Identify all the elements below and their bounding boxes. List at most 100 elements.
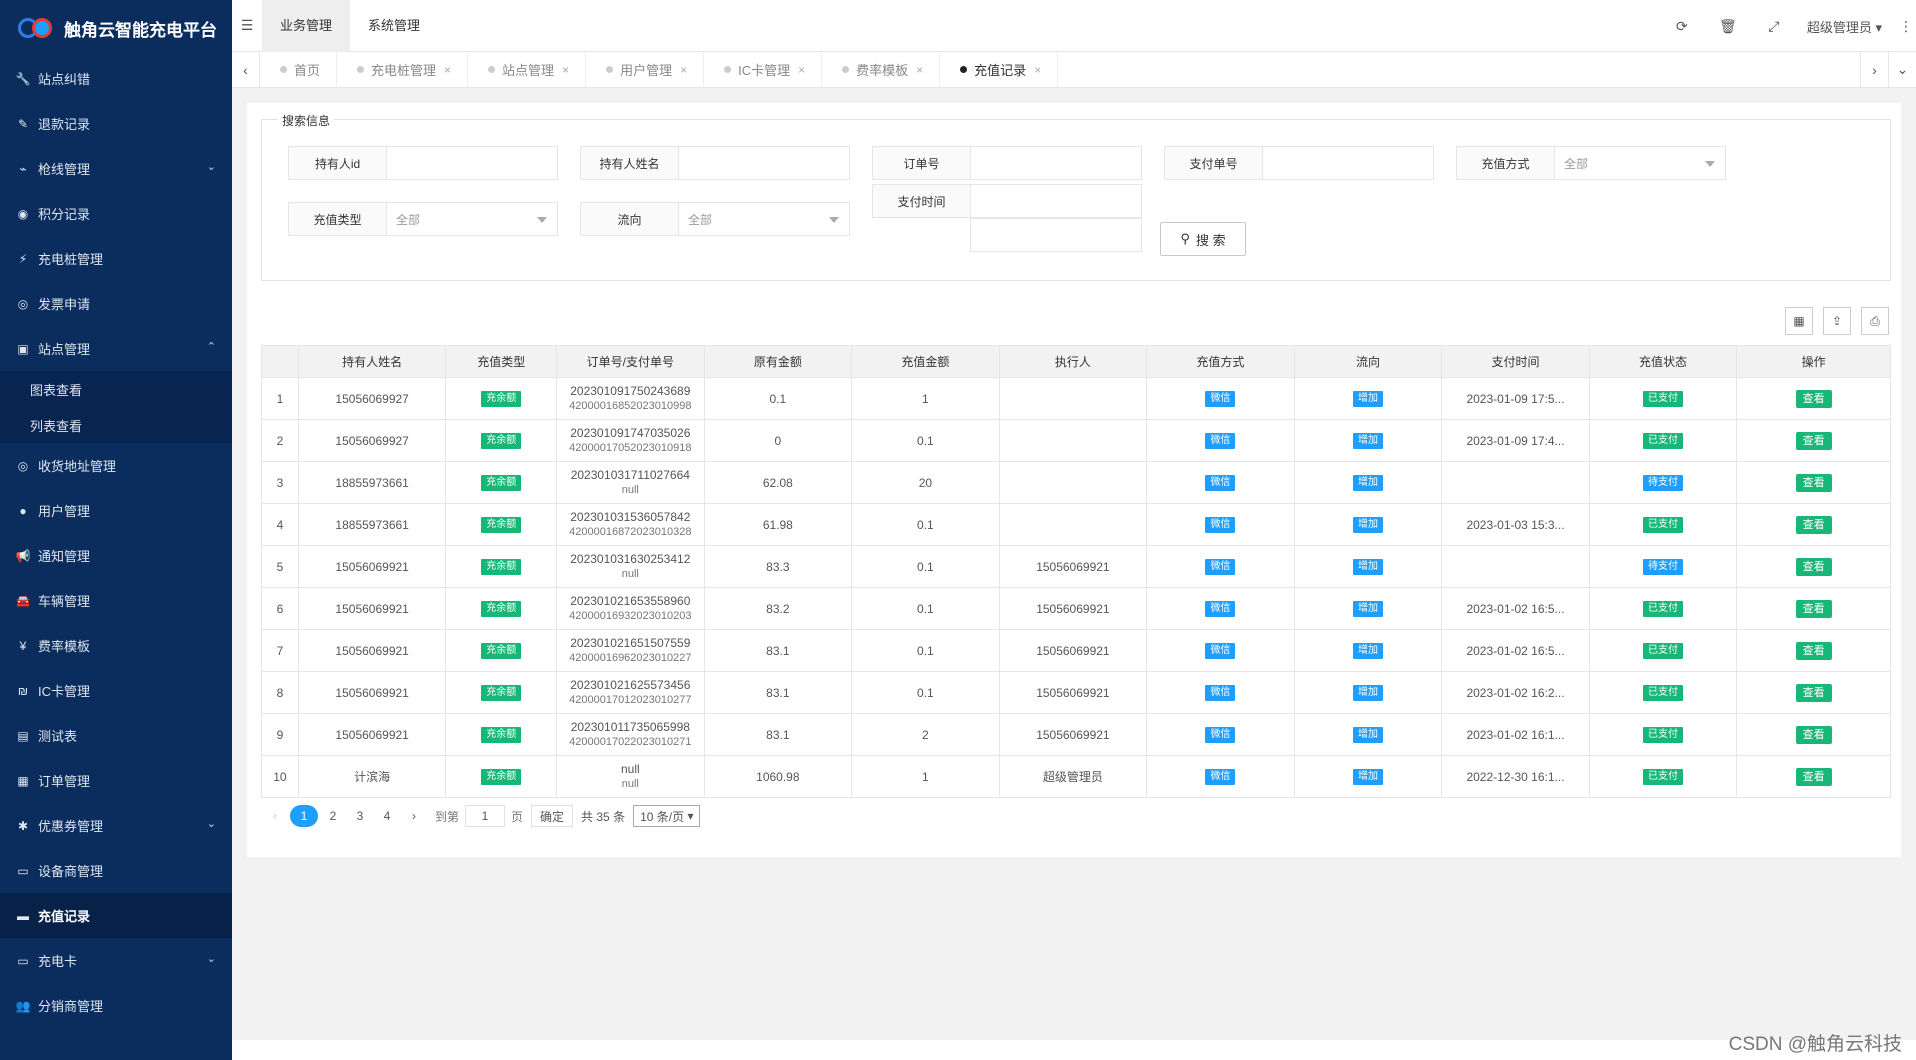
sidebar-item[interactable]: ▬ 充值记录 [0, 893, 232, 938]
next-page-icon[interactable]: › [402, 805, 426, 827]
holder-name-input[interactable] [679, 147, 849, 179]
trash-icon[interactable]: 🗑 [1705, 18, 1751, 35]
order-no-input[interactable] [971, 147, 1141, 179]
pay-no-field[interactable]: 支付单号 [1164, 146, 1434, 180]
column-header[interactable]: 持有人姓名 [297, 345, 447, 378]
column-header[interactable] [261, 345, 299, 378]
page-tab[interactable]: IC卡管理 × [704, 51, 823, 88]
sidebar-item[interactable]: ◎ 发票申请 [0, 281, 232, 326]
pay-time-field[interactable]: 支付时间 [872, 184, 1142, 218]
sidebar-item[interactable]: ¥ 费率模板 [0, 623, 232, 668]
sidebar-item[interactable]: ● 用户管理 [0, 488, 232, 533]
page-tab[interactable]: 费率模板 × [822, 51, 941, 88]
table-row[interactable]: 7 15056069921 充余额 202301021651507559 4200001… [261, 629, 1891, 672]
table-row[interactable]: 9 15056069921 充余额 202301011735065998 4200001… [261, 713, 1891, 756]
view-button[interactable]: 查看 [1795, 767, 1832, 786]
view-button[interactable]: 查看 [1795, 473, 1832, 492]
search-button[interactable]: ⚲ 搜 索 [1160, 222, 1246, 256]
close-icon[interactable]: × [798, 63, 805, 77]
page-number[interactable]: 1 [290, 805, 318, 827]
column-header[interactable]: 订单号/支付单号 [556, 345, 705, 378]
prev-page-icon[interactable]: ‹ [263, 805, 287, 827]
table-row[interactable]: 8 15056069921 充余额 202301021625573456 4200001… [261, 671, 1891, 714]
column-header[interactable]: 原有金额 [703, 345, 853, 378]
tabs-prev-icon[interactable]: ‹ [232, 51, 260, 88]
column-header[interactable]: 流向 [1293, 345, 1443, 378]
pay-method-select[interactable]: 充值方式 全部 [1456, 146, 1726, 180]
user-menu[interactable]: 超级管理员 ▾ [1797, 17, 1896, 36]
column-header[interactable]: 充值类型 [445, 345, 558, 378]
table-row[interactable]: 10 计滨海 充余额 null null 1060.98 1 超级管理员 微信 增加 2022-12… [261, 755, 1891, 798]
view-button[interactable]: 查看 [1795, 389, 1832, 408]
column-header[interactable]: 充值金额 [851, 345, 1000, 378]
print-icon[interactable]: ⎙ [1861, 307, 1889, 335]
sidebar-item[interactable]: ▦ 订单管理 [0, 758, 232, 803]
page-tab[interactable]: 用户管理 × [586, 51, 705, 88]
pay-method-value[interactable]: 全部 [1555, 147, 1725, 179]
pay-time-start-input[interactable] [971, 185, 1141, 217]
more-icon[interactable]: ⋮ [1896, 18, 1916, 35]
fullscreen-icon[interactable]: ⤢ [1751, 18, 1797, 35]
sidebar-item[interactable]: 🚘 车辆管理 [0, 578, 232, 623]
table-row[interactable]: 3 18855973661 充余额 202301031711027664 null 62.… [261, 461, 1891, 504]
column-header[interactable]: 支付时间 [1441, 345, 1590, 378]
export-icon[interactable]: ⇪ [1823, 307, 1851, 335]
sidebar-item[interactable]: 📢 通知管理 [0, 533, 232, 578]
recharge-type-select[interactable]: 充值类型 全部 [288, 202, 558, 236]
sidebar-item[interactable]: ✱ 优惠券管理 ⌄ [0, 803, 232, 848]
sidebar-item[interactable]: 图表查看 [0, 371, 232, 407]
close-icon[interactable]: × [680, 63, 687, 77]
view-button[interactable]: 查看 [1795, 725, 1832, 744]
page-number[interactable]: 4 [375, 805, 399, 827]
close-icon[interactable]: × [916, 63, 923, 77]
sidebar-item[interactable]: ✎ 退款记录 [0, 101, 232, 146]
sidebar-item[interactable]: ▭ 设备商管理 [0, 848, 232, 893]
page-size-select[interactable]: 10 条/页 ▾ [633, 805, 701, 827]
view-button[interactable]: 查看 [1795, 599, 1832, 618]
sidebar-item[interactable]: ₪ IC卡管理 [0, 668, 232, 713]
page-tab[interactable]: 站点管理 × [468, 51, 587, 88]
table-row[interactable]: 6 15056069921 充余额 202301021653558960 4200001… [261, 587, 1891, 630]
column-header[interactable]: 充值状态 [1588, 345, 1738, 378]
tabs-dropdown-icon[interactable]: ⌄ [1888, 51, 1916, 88]
page-tab[interactable]: 首页 [260, 51, 338, 88]
goto-page-input[interactable]: 1 [465, 805, 506, 827]
view-button[interactable]: 查看 [1795, 431, 1832, 450]
sidebar-item[interactable]: 👥 分销商管理 [0, 983, 232, 1028]
sidebar-item[interactable]: 🔧 站点纠错 [0, 56, 232, 101]
table-row[interactable]: 4 18855973661 充余额 202301031536057842 4200001… [261, 503, 1891, 546]
view-button[interactable]: 查看 [1795, 641, 1832, 660]
columns-icon[interactable]: ▦ [1785, 307, 1813, 335]
table-row[interactable]: 5 15056069921 充余额 202301031630253412 null 83.… [261, 545, 1891, 588]
column-header[interactable]: 操作 [1736, 345, 1891, 378]
page-number[interactable]: 3 [348, 805, 372, 827]
view-button[interactable]: 查看 [1795, 683, 1832, 702]
page-tab[interactable]: 充电桩管理 × [337, 51, 469, 88]
column-header[interactable]: 充值方式 [1146, 345, 1295, 378]
sidebar-item[interactable]: ⌁ 枪线管理 ⌄ [0, 146, 232, 191]
sidebar-item[interactable]: ▣ 站点管理 ⌃ [0, 326, 232, 371]
sidebar-item[interactable]: 列表查看 [0, 407, 232, 443]
view-button[interactable]: 查看 [1795, 557, 1832, 576]
close-icon[interactable]: × [1034, 63, 1041, 77]
sidebar-item[interactable]: ⚡ 充电桩管理 [0, 236, 232, 281]
sidebar-item[interactable]: ▭ 充电卡 ⌄ [0, 938, 232, 983]
order-no-field[interactable]: 订单号 [872, 146, 1142, 180]
close-icon[interactable]: × [562, 63, 569, 77]
table-row[interactable]: 1 15056069927 充余额 202301091750243689 4200001… [261, 377, 1891, 420]
table-row[interactable]: 2 15056069927 充余额 202301091747035026 4200001… [261, 419, 1891, 462]
sidebar-item[interactable]: ◎ 收货地址管理 [0, 443, 232, 488]
page-number[interactable]: 2 [321, 805, 345, 827]
flow-select[interactable]: 流向 全部 [580, 202, 850, 236]
sidebar-item[interactable]: ◉ 积分记录 [0, 191, 232, 236]
tabs-next-icon[interactable]: › [1860, 51, 1888, 88]
holder-id-input[interactable] [387, 147, 557, 179]
flow-value[interactable]: 全部 [679, 203, 849, 235]
tab-business[interactable]: 业务管理 [262, 0, 351, 52]
tab-system[interactable]: 系统管理 [350, 0, 438, 52]
view-button[interactable]: 查看 [1795, 515, 1832, 534]
sidebar-item[interactable]: ▤ 测试表 [0, 713, 232, 758]
holder-id-field[interactable]: 持有人id [288, 146, 558, 180]
goto-confirm-button[interactable]: 确定 [531, 805, 574, 827]
page-tab[interactable]: 充值记录 × [940, 51, 1059, 88]
